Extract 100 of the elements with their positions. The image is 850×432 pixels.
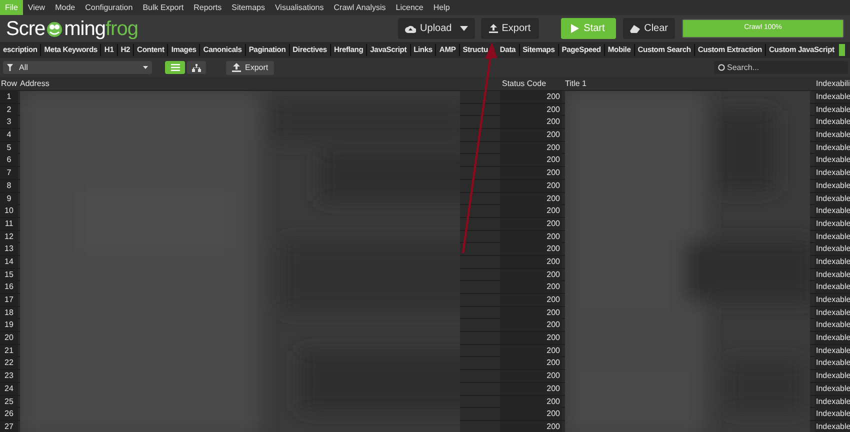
row-number: 9 — [0, 192, 18, 204]
row-number: 17 — [0, 294, 18, 306]
table-cell: Indexable — [815, 205, 850, 218]
table-cell: 200 — [500, 167, 562, 180]
table-cell: Indexable — [815, 408, 850, 420]
table-cell: 200 — [500, 142, 562, 154]
column-header[interactable]: Address — [18, 78, 500, 90]
menu-item[interactable]: Visualisations — [270, 0, 329, 15]
table-cell: 200 — [500, 154, 562, 166]
table-cell: 200 — [500, 268, 562, 281]
table-cell: 200 — [500, 344, 562, 357]
table-cell: Indexable — [815, 420, 850, 432]
row-number: 24 — [0, 382, 18, 395]
row-number: 6 — [0, 154, 18, 166]
row-number: 14 — [0, 256, 18, 268]
menu-item[interactable]: Bulk Export — [138, 0, 189, 15]
menu-item[interactable]: Crawl Analysis — [328, 0, 391, 15]
table-cell: Indexable — [815, 370, 850, 382]
table-cell: Indexable — [815, 396, 850, 408]
table-cell: 200 — [500, 319, 562, 332]
table-cell: Indexable — [815, 129, 850, 142]
table-cell: 200 — [500, 230, 562, 243]
table-cell: 200 — [500, 91, 562, 103]
menu-item[interactable]: Help — [428, 0, 455, 15]
row-number: 7 — [0, 167, 18, 180]
table-cell: 200 — [500, 396, 562, 408]
menu-item[interactable]: View — [22, 0, 50, 15]
table-cell: 200 — [500, 116, 562, 128]
filter-value: All — [19, 62, 29, 74]
export-button[interactable]: Export — [226, 60, 274, 74]
row-number: 11 — [0, 218, 18, 230]
menu-item[interactable]: Licence — [390, 0, 428, 15]
row-number: 26 — [0, 408, 18, 420]
row-number: 3 — [0, 116, 18, 128]
row-number: 22 — [0, 357, 18, 370]
table-cell: Indexable — [815, 243, 850, 256]
table-cell: Indexable — [815, 382, 850, 395]
search-field[interactable]: Search... — [714, 61, 848, 74]
table-cell: 200 — [500, 281, 562, 294]
tree-view-button[interactable] — [187, 61, 206, 74]
table-cell: 200 — [500, 104, 562, 116]
export-button[interactable]: Export — [480, 18, 539, 39]
search-icon — [718, 64, 725, 71]
table-cell: 200 — [500, 129, 562, 142]
table-cell: 200 — [500, 332, 562, 344]
row-number: 19 — [0, 319, 18, 332]
table-cell: Indexable — [815, 167, 850, 180]
cloud-upload-icon — [405, 24, 416, 32]
table-cell: 200 — [500, 243, 562, 256]
row-number: 18 — [0, 306, 18, 319]
table-cell: Indexable — [815, 230, 850, 243]
logo-text: ming — [64, 18, 106, 38]
table-cell: Indexable — [815, 306, 850, 319]
row-number: 1 — [0, 91, 18, 103]
menu-item[interactable]: Reports — [188, 0, 227, 15]
table-cell: Indexable — [815, 192, 850, 204]
table-cell: 200 — [500, 306, 562, 319]
menu-item[interactable]: Configuration — [80, 0, 138, 15]
table-cell: Indexable — [815, 294, 850, 306]
table-cell: Indexable — [815, 319, 850, 332]
row-number: 5 — [0, 142, 18, 154]
row-number: 20 — [0, 332, 18, 344]
filter-dropdown[interactable]: All — [3, 61, 152, 74]
table-cell: Indexable — [815, 332, 850, 344]
row-number: 12 — [0, 230, 18, 243]
row-number: 10 — [0, 205, 18, 218]
column-header[interactable]: Title 1 — [562, 78, 815, 90]
table-cell: 200 — [500, 420, 562, 432]
clear-button[interactable]: Clear — [623, 18, 676, 39]
table-cell: Indexable — [815, 357, 850, 370]
table-cell: Indexable — [815, 256, 850, 268]
table-cell: Indexable — [815, 116, 850, 128]
table-cell: Indexable — [815, 142, 850, 154]
table-cell: 200 — [500, 382, 562, 395]
menu-item[interactable]: Mode — [50, 0, 80, 15]
table-cell: Indexable — [815, 268, 850, 281]
row-number: 25 — [0, 396, 18, 408]
table-cell: 200 — [500, 357, 562, 370]
play-icon — [570, 24, 579, 33]
table-cell: 200 — [500, 370, 562, 382]
filter-icon — [7, 64, 13, 71]
caret-icon — [460, 26, 468, 31]
table-cell: 200 — [500, 294, 562, 306]
table-cell: Indexable — [815, 218, 850, 230]
column-header[interactable]: Row — [0, 78, 18, 90]
upload-button[interactable]: Upload — [398, 18, 475, 39]
table-cell: Indexable — [815, 344, 850, 357]
table-cell: 200 — [500, 205, 562, 218]
table-cell: Indexable — [815, 180, 850, 192]
table-cell: 200 — [500, 218, 562, 230]
row-number: 15 — [0, 268, 18, 281]
column-header[interactable]: Indexabili — [815, 78, 850, 90]
row-number: 23 — [0, 370, 18, 382]
table-cell: 200 — [500, 192, 562, 204]
column-header[interactable]: Status Code — [500, 78, 562, 90]
menu-item[interactable]: Sitemaps — [226, 0, 270, 15]
row-number: 2 — [0, 104, 18, 116]
row-number: 27 — [0, 420, 18, 432]
frog-icon — [46, 20, 64, 38]
tree-icon — [192, 64, 201, 72]
